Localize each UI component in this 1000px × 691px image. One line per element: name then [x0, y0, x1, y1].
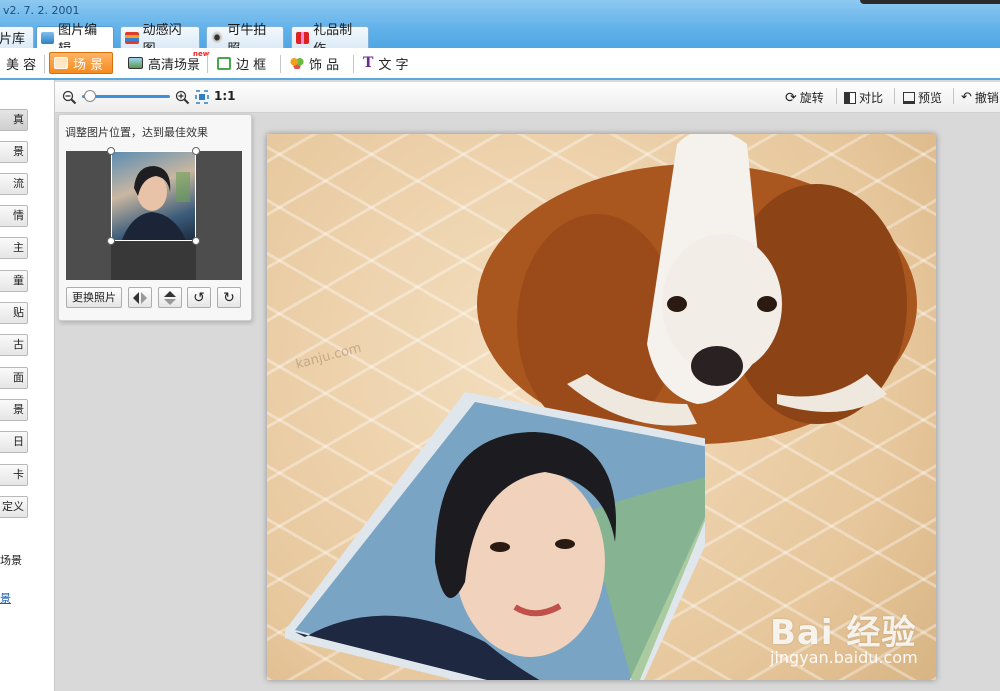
tab-library[interactable]: 片库 [0, 26, 34, 48]
left-scene-label[interactable]: 场景 [0, 552, 22, 568]
tab-gift[interactable]: 礼品制作 [291, 23, 369, 57]
image-edit-icon [41, 31, 55, 44]
rotate-icon: ⟳ [785, 89, 797, 106]
subtab-frame[interactable]: 边 框 [213, 52, 270, 74]
crop-handle-top-right[interactable] [192, 147, 200, 155]
rotate-label: 旋转 [799, 91, 824, 105]
rotate-right-icon: ↻ [223, 289, 235, 306]
film-strip-icon [125, 31, 139, 44]
left-category-button[interactable]: 古 [0, 334, 28, 356]
scene-icon [54, 57, 68, 69]
compare-icon [844, 91, 856, 104]
subtab-label: 饰 品 [309, 57, 340, 73]
crop-handle-bottom-right[interactable] [192, 237, 200, 245]
left-category-button[interactable]: 真 [0, 109, 28, 131]
subtab-label: 场 景 [73, 57, 104, 73]
flip-horizontal-icon [133, 291, 147, 304]
actual-size-button[interactable]: 1:1 [214, 89, 236, 103]
divider [836, 88, 837, 104]
left-category-button[interactable]: 定义 [0, 496, 28, 518]
tab-camera[interactable]: 可牛拍照 [206, 23, 284, 57]
clover-icon [290, 57, 304, 69]
undo-icon: ↶ [961, 90, 972, 105]
thumbnail-shadow [111, 241, 196, 280]
tab-label: 片库 [0, 32, 26, 47]
rotate-left-icon: ↺ [193, 289, 205, 306]
crop-handle-top-left[interactable] [107, 147, 115, 155]
divider [953, 88, 954, 104]
divider [894, 88, 895, 104]
preview-icon [903, 91, 915, 104]
portrait-thumbnail-icon [122, 166, 190, 240]
divider [207, 55, 208, 73]
left-category-button[interactable]: 童 [0, 270, 28, 292]
subtab-accessory[interactable]: 饰 品 [286, 52, 343, 74]
left-category-button[interactable]: 日 [0, 431, 28, 453]
baidu-watermark-text: Bai 经验 [770, 613, 917, 653]
fit-screen-icon[interactable] [195, 90, 209, 104]
subtab-scene[interactable]: 场 景 [49, 52, 113, 74]
left-category-button[interactable]: 景 [0, 141, 28, 163]
crop-handle-bottom-left[interactable] [107, 237, 115, 245]
adjust-hint-text: 调整图片位置，达到最佳效果 [65, 126, 208, 139]
zoom-in-icon[interactable] [175, 90, 190, 105]
preview-label: 预览 [918, 91, 943, 105]
flip-vertical-button[interactable] [158, 287, 182, 308]
tab-image-edit[interactable]: 图片编辑 [36, 23, 114, 57]
left-scene-link[interactable]: 景 [0, 590, 11, 606]
flip-vertical-icon [164, 290, 176, 305]
webcam-icon [211, 31, 224, 44]
undo-label: 撤销 [974, 91, 999, 105]
compare-label: 对比 [859, 91, 884, 105]
left-category-button[interactable]: 贴 [0, 302, 28, 324]
subtab-beauty[interactable]: 美 容 [2, 52, 40, 74]
scene-canvas[interactable]: kanju.com [267, 134, 936, 680]
compare-button[interactable]: 对比 [844, 89, 883, 106]
landscape-icon [128, 57, 143, 69]
subtab-label: 文 字 [378, 57, 409, 73]
undo-button[interactable]: ↶ 撤销 [961, 89, 999, 106]
gift-icon [296, 31, 310, 44]
left-category-button[interactable]: 卡 [0, 464, 28, 486]
thumbnail-photo-crop[interactable] [111, 151, 196, 241]
subtab-label: 边 框 [236, 57, 267, 73]
left-category-button[interactable]: 情 [0, 205, 28, 227]
zoom-slider-knob[interactable] [83, 90, 96, 102]
left-category-button[interactable]: 面 [0, 367, 28, 389]
rotate-button[interactable]: ⟳ 旋转 [785, 89, 824, 106]
rotate-right-button[interactable]: ↻ [217, 287, 241, 308]
text-icon: T [363, 55, 374, 71]
title-bar-corner [860, 0, 1000, 4]
left-category-button[interactable]: 主 [0, 237, 28, 259]
divider [44, 55, 45, 73]
tab-animated-gif[interactable]: 动感闪图 [120, 23, 200, 57]
zoom-out-icon[interactable] [62, 90, 77, 105]
divider [353, 55, 354, 73]
subtab-hd-scene[interactable]: 高清场景 [124, 52, 204, 74]
subtab-label: 美 容 [6, 57, 37, 73]
preview-button[interactable]: 预览 [903, 89, 942, 106]
version-label: v2. 7. 2. 2001 [3, 4, 80, 17]
divider [280, 55, 281, 73]
left-category-button[interactable]: 景 [0, 399, 28, 421]
flip-horizontal-button[interactable] [128, 287, 152, 308]
portrait-photo-image [285, 392, 705, 680]
change-photo-button[interactable]: 更换照片 [66, 287, 122, 308]
left-category-button[interactable]: 流 [0, 173, 28, 195]
subtab-text[interactable]: T 文 字 [359, 52, 413, 74]
frame-icon [217, 56, 231, 70]
rotate-left-button[interactable]: ↺ [187, 287, 211, 308]
baidu-watermark-url: jingyan.baidu.com [770, 648, 918, 667]
floor-watermark: kanju.com [294, 340, 364, 373]
